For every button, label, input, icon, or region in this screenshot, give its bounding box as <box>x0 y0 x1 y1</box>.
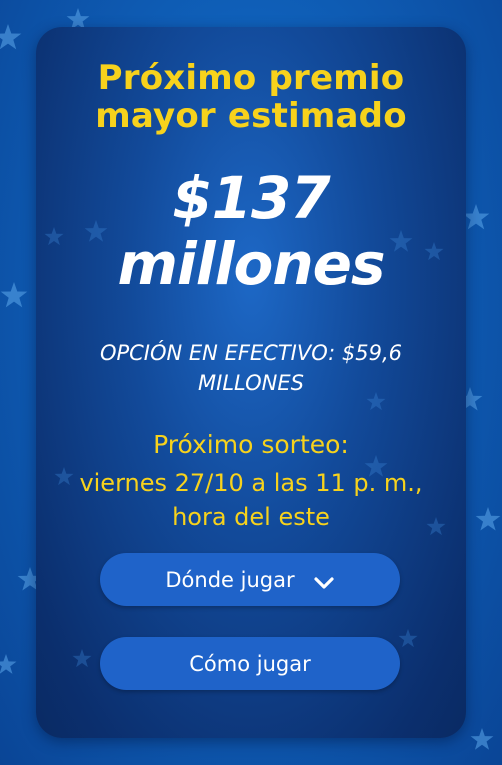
where-to-play-button[interactable]: Dónde jugar <box>100 553 400 606</box>
star-icon <box>475 507 501 531</box>
chevron-down-icon <box>313 572 335 589</box>
jackpot-amount-value: $137 <box>172 164 330 232</box>
jackpot-card: Próximo premio mayor estimado $137 millo… <box>36 27 466 738</box>
star-icon <box>462 204 490 230</box>
star-icon <box>0 654 17 674</box>
jackpot-amount-unit: millones <box>117 230 385 298</box>
page: { "jackpot": { "title_line1": "Próximo p… <box>0 0 502 765</box>
how-to-play-button[interactable]: Cómo jugar <box>100 637 400 690</box>
cash-option-line2: MILLONES <box>198 371 304 395</box>
star-icon <box>398 629 418 648</box>
jackpot-title-line1: Próximo premio <box>97 58 405 98</box>
next-draw-date: viernes 27/10 a las 11 p. m., hora del e… <box>56 466 446 534</box>
cash-option: OPCIÓN EN EFECTIVO: $59,6 MILLONES <box>56 338 446 398</box>
jackpot-title: Próximo premio mayor estimado <box>36 59 466 135</box>
star-icon <box>0 282 28 308</box>
next-draw-label: Próximo sorteo: <box>153 430 349 459</box>
next-draw-date-line1: viernes 27/10 a las 11 p. m., <box>79 469 423 497</box>
cash-option-line1: OPCIÓN EN EFECTIVO: $59,6 <box>99 341 403 365</box>
star-icon <box>0 24 22 50</box>
where-to-play-label: Dónde jugar <box>165 567 295 592</box>
next-draw-date-line2: hora del este <box>172 503 330 531</box>
star-icon <box>470 728 494 750</box>
jackpot-title-line2: mayor estimado <box>95 96 407 136</box>
jackpot-amount: $137 millones <box>36 165 466 297</box>
star-icon <box>72 649 92 668</box>
how-to-play-label: Cómo jugar <box>189 651 311 676</box>
